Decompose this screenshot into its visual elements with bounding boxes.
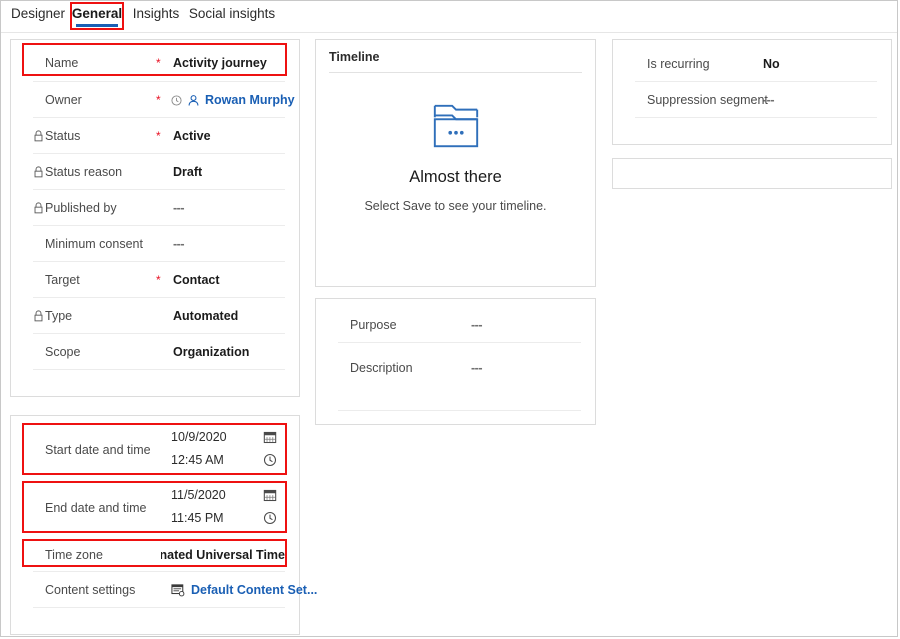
field-value-start-date: 10/9/2020 (171, 430, 227, 444)
timeline-empty-heading: Almost there (409, 168, 502, 186)
tab-social-insights[interactable]: Social insights (177, 3, 287, 29)
timeline-panel: Timeline Almost there Select Save to see… (315, 39, 596, 287)
person-icon (188, 94, 199, 106)
field-value-time-zone: (GMT) Coordinated Universal Time (161, 548, 285, 562)
field-value-start-time: 12:45 AM (171, 453, 224, 467)
purpose-panel: Purpose --- Description --- (315, 298, 596, 425)
field-value-status-reason: Draft (173, 165, 203, 179)
row-divider (33, 369, 285, 370)
schedule-panel: Start date and time 10/9/2020 12:45 AM E… (10, 415, 317, 635)
timeline-empty-state: Almost there Select Save to see your tim… (316, 100, 595, 213)
field-label-is-recurring: Is recurring (647, 57, 710, 71)
field-row-is-recurring[interactable]: Is recurring No (613, 46, 891, 82)
field-row-start-date-time[interactable]: Start date and time 10/9/2020 12:45 AM (11, 422, 299, 478)
field-label-published-by: Published by (45, 201, 117, 215)
required-indicator: * (156, 93, 161, 107)
field-value-status: Active (173, 129, 211, 143)
field-row-status: Status * Active (11, 118, 299, 154)
field-row-scope[interactable]: Scope Organization (11, 334, 299, 370)
field-label-status: Status (45, 129, 81, 143)
tab-strip: Designer General Insights Social insight… (1, 1, 897, 33)
owner-value[interactable]: Rowan Murphy (171, 93, 295, 107)
field-row-published-by: Published by --- (11, 190, 299, 226)
field-row-purpose[interactable]: Purpose --- (316, 307, 595, 343)
field-label-type: Type (45, 309, 73, 323)
field-value-scope: Organization (173, 345, 250, 359)
field-row-minimum-consent[interactable]: Minimum consent --- (11, 226, 299, 262)
field-label-purpose: Purpose (350, 318, 397, 332)
field-label-description: Description (350, 361, 413, 375)
calendar-icon[interactable] (263, 488, 277, 502)
calendar-icon[interactable] (263, 430, 277, 444)
field-value-end-time: 11:45 PM (171, 511, 224, 525)
tab-designer[interactable]: Designer (7, 3, 69, 29)
field-label-suppression-segment: Suppression segment (647, 93, 768, 107)
recurrence-panel: Is recurring No Suppression segment --- (612, 39, 892, 145)
field-value-is-recurring: No (763, 57, 780, 71)
clock-icon[interactable] (263, 453, 277, 467)
field-value-end-date: 11/5/2020 (171, 488, 226, 502)
field-row-content-settings[interactable]: Content settings Default Content Set... (11, 572, 317, 608)
field-label-minimum-consent: Minimum consent (45, 237, 143, 251)
lock-icon (34, 310, 43, 322)
field-row-end-date-time[interactable]: End date and time 11/5/2020 11:45 PM (11, 480, 299, 536)
row-divider (635, 117, 877, 118)
timeline-empty-folder-icon (433, 104, 478, 148)
content-settings-value[interactable]: Default Content Set... (171, 583, 317, 597)
field-row-description[interactable]: Description --- (316, 343, 595, 411)
row-divider (33, 607, 285, 608)
field-row-type: Type Automated (11, 298, 299, 334)
time-zone-value-clip: (GMT) Coordinated Universal Time (161, 546, 285, 564)
tab-insights-label: Insights (132, 6, 180, 21)
field-value-type: Automated (173, 309, 239, 323)
field-label-scope: Scope (45, 345, 81, 359)
content-settings-icon (171, 583, 185, 596)
journey-general-page: Designer General Insights Social insight… (0, 0, 898, 637)
summary-panel: Name * Activity journey Owner * Rowan Mu… (10, 39, 300, 397)
field-row-suppression-segment[interactable]: Suppression segment --- (613, 82, 891, 118)
field-label-content-settings: Content settings (45, 583, 136, 597)
field-value-published-by: --- (173, 201, 185, 215)
panel-title-divider (329, 72, 582, 73)
field-label-target: Target (45, 273, 80, 287)
content-settings-link[interactable]: Default Content Set... (191, 583, 317, 597)
field-label-status-reason: Status reason (45, 165, 123, 179)
timeline-panel-title: Timeline (329, 50, 380, 64)
field-row-owner[interactable]: Owner * Rowan Murphy (11, 82, 299, 118)
row-divider (338, 410, 581, 411)
tab-general[interactable]: General (71, 3, 123, 29)
required-indicator: * (156, 129, 161, 143)
timeline-empty-subtext: Select Save to see your timeline. (364, 199, 547, 213)
field-label-start-date-time: Start date and time (45, 443, 151, 457)
field-label-name: Name (45, 56, 79, 70)
tab-social-insights-label: Social insights (188, 6, 276, 21)
field-value-description: --- (471, 361, 483, 375)
owner-name-link[interactable]: Rowan Murphy (205, 93, 295, 107)
field-label-time-zone: Time zone (45, 548, 103, 562)
field-label-end-date-time: End date and time (45, 501, 147, 515)
lock-icon (34, 166, 43, 178)
field-value-name: Activity journey (173, 56, 267, 70)
field-label-owner: Owner (45, 93, 82, 107)
tab-general-label: General (71, 6, 123, 21)
lock-icon (34, 130, 43, 142)
lock-icon (34, 202, 43, 214)
field-value-target: Contact (173, 273, 220, 287)
clock-icon[interactable] (263, 511, 277, 525)
empty-right-panel (612, 158, 892, 189)
required-indicator: * (156, 56, 161, 70)
tab-active-underline (76, 24, 118, 27)
field-value-suppression-segment: --- (763, 93, 775, 107)
required-indicator: * (156, 273, 161, 287)
tab-designer-label: Designer (10, 6, 66, 21)
field-value-purpose: --- (471, 318, 483, 332)
field-value-minimum-consent: --- (173, 237, 185, 251)
field-row-name[interactable]: Name * Activity journey (11, 44, 299, 82)
recent-items-icon (171, 94, 182, 106)
field-row-time-zone[interactable]: Time zone (GMT) Coordinated Universal Ti… (11, 538, 299, 572)
field-row-status-reason: Status reason Draft (11, 154, 299, 190)
field-row-target[interactable]: Target * Contact (11, 262, 299, 298)
